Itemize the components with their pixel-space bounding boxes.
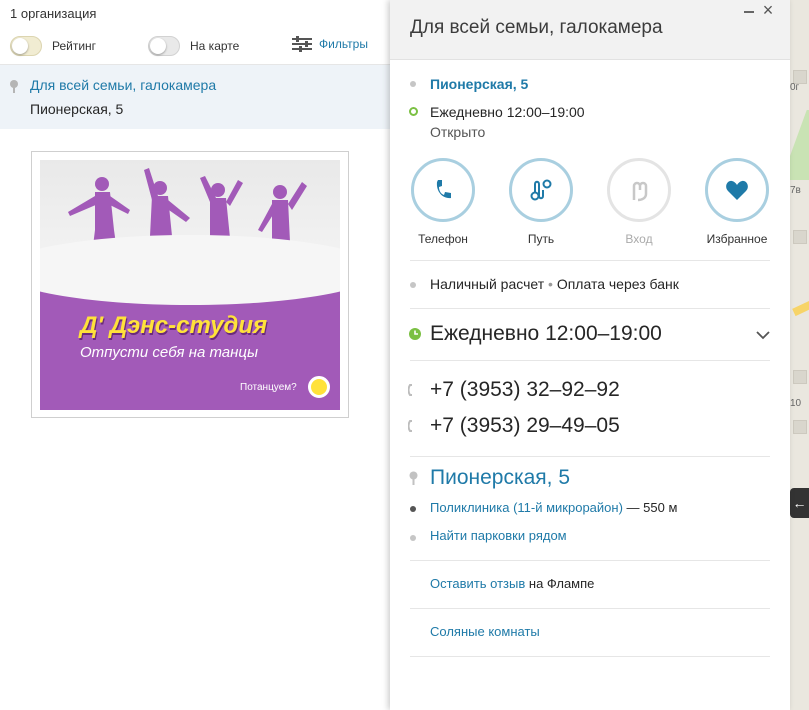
result-name-link[interactable]: Для всей семьи, галокамера — [30, 77, 216, 93]
map-view[interactable]: 0г 7в 10 ← — [790, 0, 809, 710]
divider — [410, 456, 770, 457]
favorite-action-label: Избранное — [706, 232, 768, 246]
entrance-icon — [632, 181, 648, 202]
divider — [410, 260, 770, 261]
advertisement-banner[interactable]: Д' Дэнс-студия Отпусти себя на танцы Пот… — [31, 151, 349, 418]
nearby-place-link[interactable]: Поликлиника (11-й микрорайон) — [430, 500, 623, 515]
nearby-place-row: Поликлиника (11-й микрорайон) — 550 м — [430, 500, 677, 515]
phone-small-icon — [408, 384, 412, 396]
divider — [410, 656, 770, 657]
on-map-toggle[interactable]: На карте — [148, 36, 239, 56]
collapse-arrow-icon[interactable]: ← — [790, 488, 809, 518]
entrance-action-button — [607, 158, 671, 222]
address-link[interactable]: Пионерская, 5 — [430, 76, 528, 92]
phone-number-1[interactable]: +7 (3953) 32–92–92 — [430, 378, 620, 402]
open-status-icon — [409, 107, 418, 116]
entrance-action-label: Вход — [625, 232, 653, 246]
ad-cta: Потанцуем? — [240, 382, 297, 393]
rating-switch[interactable] — [10, 36, 42, 56]
divider — [410, 608, 770, 609]
map-pin-icon — [10, 80, 18, 93]
phone-action[interactable]: Телефон — [410, 158, 476, 246]
favorite-action[interactable]: Избранное — [704, 158, 770, 246]
parking-bullet — [410, 535, 416, 541]
route-action-label: Путь — [527, 232, 555, 246]
route-action[interactable]: Путь — [508, 158, 574, 246]
divider — [410, 308, 770, 309]
phone-icon — [436, 180, 451, 199]
map-park — [790, 110, 809, 180]
phone-small-icon — [408, 420, 412, 432]
map-label: 7в — [790, 185, 801, 196]
results-panel: 1 организация Рейтинг На карте Фильтры Д… — [0, 0, 390, 710]
review-link[interactable]: Оставить отзыв — [430, 576, 525, 591]
route-action-button[interactable] — [509, 158, 573, 222]
map-label: 0г — [790, 82, 800, 93]
heart-icon — [726, 180, 748, 200]
minimize-button[interactable] — [742, 2, 756, 16]
results-count: 1 организация — [10, 6, 97, 21]
favorite-action-button[interactable] — [705, 158, 769, 222]
address-bullet — [410, 81, 416, 87]
filters-label: Фильтры — [319, 37, 368, 51]
on-map-toggle-label: На карте — [190, 39, 240, 53]
address-big-link[interactable]: Пионерская, 5 — [430, 466, 570, 490]
route-icon — [530, 179, 552, 201]
close-button[interactable]: × — [760, 1, 776, 19]
card-title: Для всей семьи, галокамера — [410, 17, 663, 38]
phone-action-label: Телефон — [418, 232, 468, 246]
parking-link[interactable]: Найти парковки рядом — [430, 528, 567, 543]
nearby-bullet — [410, 506, 416, 512]
payment-bullet — [410, 282, 416, 288]
divider — [410, 360, 770, 361]
payment-methods: Наличный расчет • Оплата через банк — [430, 276, 679, 292]
rating-toggle[interactable]: Рейтинг — [10, 36, 96, 56]
map-pin-icon — [409, 471, 418, 485]
filters-icon — [292, 36, 312, 52]
ad-image: Д' Дэнс-студия Отпусти себя на танцы Пот… — [40, 160, 340, 410]
result-item[interactable]: Для всей семьи, галокамера Пионерская, 5 — [0, 65, 390, 129]
review-suffix: на Флампе — [528, 576, 595, 591]
chevron-down-icon[interactable] — [756, 330, 770, 340]
payment-bank: Оплата через банк — [556, 276, 679, 292]
map-building — [793, 420, 807, 434]
phone-number-2[interactable]: +7 (3953) 29–49–05 — [430, 414, 620, 438]
review-row: Оставить отзыв на Флампе — [430, 576, 594, 591]
organization-card: Для всей семьи, галокамера × Пионерская,… — [390, 0, 790, 710]
nearby-distance: — 550 м — [626, 500, 678, 515]
entrance-action: Вход — [606, 158, 672, 246]
category-link[interactable]: Соляные комнаты — [430, 624, 540, 639]
map-building — [793, 370, 807, 384]
hours-short: Ежедневно 12:00–19:00 — [430, 104, 585, 120]
on-map-switch[interactable] — [148, 36, 180, 56]
toggle-bar: Рейтинг На карте Фильтры — [10, 36, 382, 56]
divider — [410, 560, 770, 561]
ad-cta-dot — [308, 376, 330, 398]
ad-title: Д' Дэнс-студия — [80, 312, 268, 339]
payment-cash: Наличный расчет — [430, 276, 545, 292]
map-label: 10 — [790, 398, 802, 409]
phone-action-button[interactable] — [411, 158, 475, 222]
clock-icon — [409, 328, 421, 340]
ad-subtitle: Отпусти себя на танцы — [80, 344, 259, 361]
hours-full[interactable]: Ежедневно 12:00–19:00 — [430, 322, 662, 346]
payment-separator: • — [548, 276, 553, 292]
filters-button[interactable]: Фильтры — [292, 36, 368, 52]
map-road — [792, 291, 809, 317]
open-status: Открыто — [430, 124, 486, 140]
map-building — [793, 230, 807, 244]
result-address: Пионерская, 5 — [30, 101, 124, 117]
card-header: Для всей семьи, галокамера × — [390, 0, 790, 60]
action-buttons: Телефон Путь Вход Избранное — [410, 158, 770, 248]
rating-toggle-label: Рейтинг — [52, 39, 97, 53]
